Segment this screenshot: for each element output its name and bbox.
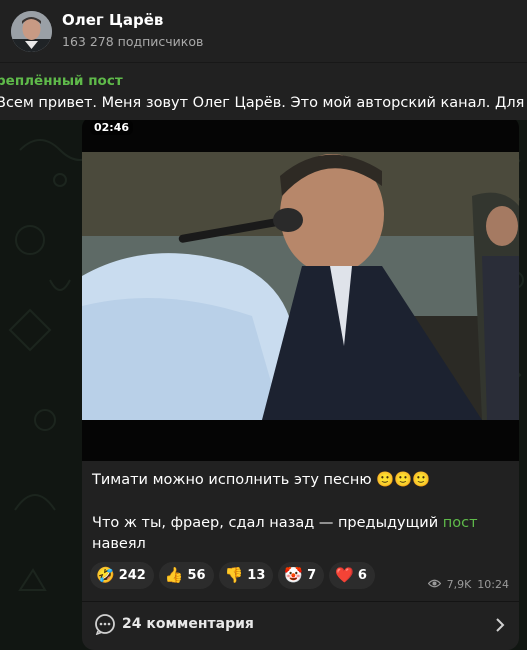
post-link[interactable]: пост xyxy=(443,515,478,531)
post-meta: 7,9K 10:24 xyxy=(427,578,509,591)
video-duration: 02:46 xyxy=(90,120,134,135)
comment-bubble-icon xyxy=(94,613,116,639)
reaction-count: 242 xyxy=(118,568,146,583)
reactions-bar: 🤣 242 👍 56 👎 13 🤡 7 ❤️ 6 xyxy=(90,562,375,589)
post-time: 10:24 xyxy=(477,578,509,591)
pinned-text: Всем привет. Меня зовут Олег Царёв. Это … xyxy=(0,95,527,111)
pinned-title: реплённый пост xyxy=(0,73,123,89)
reaction-count: 6 xyxy=(357,568,367,583)
thumbs-down-emoji-icon: 👎 xyxy=(224,566,244,584)
channel-header[interactable]: Олег Царёв 163 278 подписчиков xyxy=(0,0,527,62)
clown-emoji-icon: 🤡 xyxy=(284,566,304,584)
rofl-emoji-icon: 🤣 xyxy=(96,566,115,584)
channel-post: 02:46 Тимати можно исполнить эту песню 🙂… xyxy=(82,120,519,650)
reaction-thumbs-up[interactable]: 👍 56 xyxy=(158,562,214,589)
view-count: 7,9K xyxy=(446,578,472,591)
reaction-clown[interactable]: 🤡 7 xyxy=(278,562,325,589)
reaction-heart[interactable]: ❤️ 6 xyxy=(329,562,375,589)
post-text-part: Что ж ты, фраер, сдал назад — предыдущий xyxy=(92,515,443,531)
reaction-count: 56 xyxy=(187,568,206,583)
subscriber-count: 163 278 подписчиков xyxy=(62,34,204,49)
video-player[interactable]: 02:46 xyxy=(82,120,519,461)
reaction-rofl[interactable]: 🤣 242 xyxy=(90,562,154,589)
pinned-message-bar[interactable]: реплённый пост Всем привет. Меня зовут О… xyxy=(0,62,527,120)
thumbs-up-emoji-icon: 👍 xyxy=(164,566,184,584)
reaction-thumbs-down[interactable]: 👎 13 xyxy=(218,562,274,589)
reaction-count: 7 xyxy=(307,568,317,583)
heart-emoji-icon: ❤️ xyxy=(335,566,354,584)
eye-icon xyxy=(427,578,441,591)
chevron-right-icon xyxy=(495,617,505,636)
video-frame xyxy=(82,120,519,461)
channel-title: Олег Царёв xyxy=(62,11,164,29)
chat-area: 02:46 Тимати можно исполнить эту песню 🙂… xyxy=(0,120,527,650)
post-text-part: навеял xyxy=(92,536,146,552)
post-text: Что ж ты, фраер, сдал назад — предыдущий… xyxy=(92,513,512,555)
reaction-count: 13 xyxy=(247,568,266,583)
channel-avatar[interactable] xyxy=(11,11,52,52)
comments-button[interactable]: 24 комментария xyxy=(82,602,519,648)
post-caption: Тимати можно исполнить эту песню 🙂🙂🙂 xyxy=(92,472,431,488)
comments-label: 24 комментария xyxy=(122,616,254,632)
